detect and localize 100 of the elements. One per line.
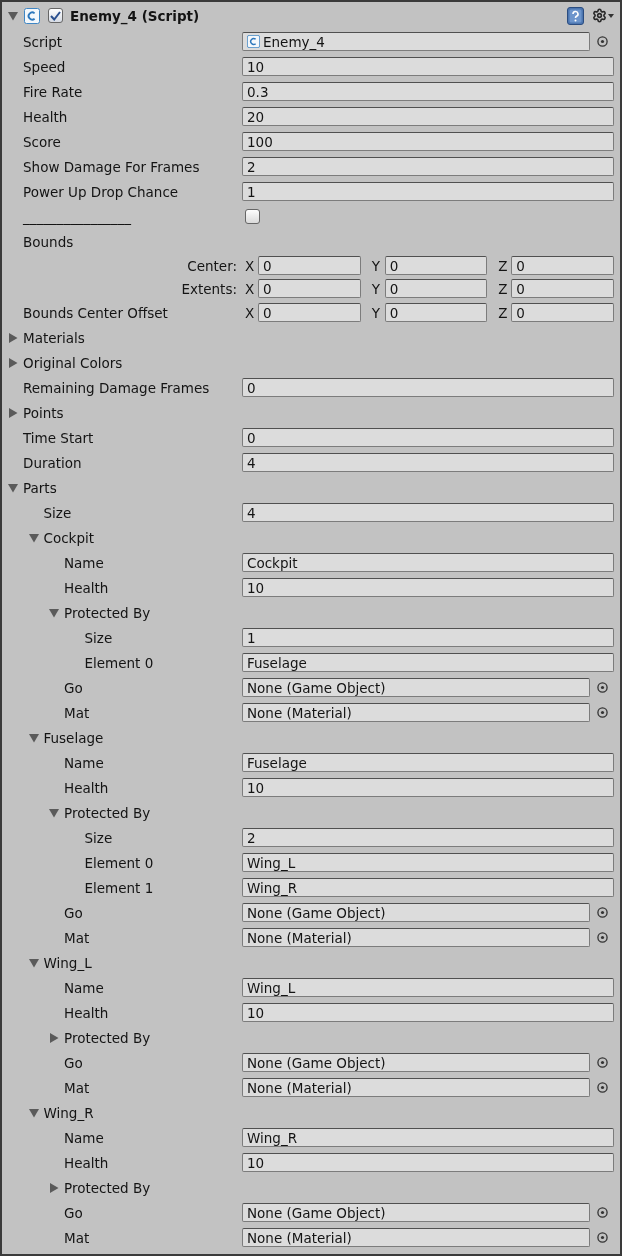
object-field[interactable]: None (Game Object) xyxy=(242,678,590,697)
text-field[interactable]: 1 xyxy=(242,628,614,647)
field-label: Go xyxy=(64,1054,83,1071)
circle-dot-icon[interactable] xyxy=(596,1207,608,1218)
text-field[interactable]: 10 xyxy=(242,1153,614,1172)
number-field[interactable]: 0 xyxy=(258,279,361,298)
text-field[interactable]: Wing_L xyxy=(242,853,614,872)
text-field[interactable]: Fuselage xyxy=(242,753,614,772)
circle-dot-icon[interactable] xyxy=(596,1082,608,1093)
field-label: Go xyxy=(64,679,83,696)
circle-dot-icon[interactable] xyxy=(596,1232,608,1243)
foldout-toggle[interactable]: Fuselage xyxy=(28,729,104,746)
text-field[interactable]: 4 xyxy=(242,503,614,522)
foldout-toggle[interactable]: Points xyxy=(8,404,64,421)
text-field[interactable]: 0.3 xyxy=(242,82,614,101)
text-field[interactable]: 4 xyxy=(242,453,614,472)
axis-label: Z xyxy=(497,280,509,297)
object-field[interactable]: None (Game Object) xyxy=(242,903,590,922)
circle-dot-icon[interactable] xyxy=(596,707,608,718)
axis-label: Y xyxy=(370,280,381,297)
number-field[interactable]: 0 xyxy=(511,303,614,322)
settings-button[interactable] xyxy=(592,8,614,23)
text-field[interactable]: 1 xyxy=(242,182,614,201)
axis-label: X xyxy=(244,304,256,321)
field-label: Mat xyxy=(64,1079,90,1096)
field-label: Name xyxy=(64,554,104,571)
number-field[interactable]: 0 xyxy=(258,256,361,275)
text-field[interactable]: 10 xyxy=(242,578,614,597)
text-field[interactable]: 2 xyxy=(242,157,614,176)
field-label: Center: xyxy=(187,257,237,274)
text-field[interactable]: 10 xyxy=(242,57,614,76)
foldout-toggle[interactable]: Protected By xyxy=(49,804,151,821)
field-label: Mat xyxy=(64,929,90,946)
object-field[interactable]: None (Game Object) xyxy=(242,1053,590,1072)
field-label: Name xyxy=(64,1129,104,1146)
field-label: Size xyxy=(84,629,113,646)
object-field[interactable]: Enemy_4 xyxy=(242,32,590,51)
number-field[interactable]: 0 xyxy=(384,279,488,298)
foldout-toggle[interactable]: Parts xyxy=(8,479,57,496)
field-label: Mat xyxy=(64,704,90,721)
object-field[interactable]: None (Game Object) xyxy=(242,1203,590,1222)
text-field[interactable]: 0 xyxy=(242,378,614,397)
circle-dot-icon[interactable] xyxy=(596,1057,608,1068)
number-field[interactable]: 0 xyxy=(384,303,488,322)
object-field[interactable]: None (Material) xyxy=(242,1078,590,1097)
gear-icon xyxy=(592,8,607,23)
object-field[interactable]: None (Material) xyxy=(242,928,590,947)
component-title: Enemy_4 (Script) xyxy=(70,7,200,24)
foldout-toggle[interactable]: Wing_L xyxy=(28,954,92,971)
text-field[interactable]: Wing_L xyxy=(242,978,614,997)
field-label: Bounds xyxy=(23,233,74,250)
number-field[interactable]: 0 xyxy=(511,279,614,298)
foldout-toggle[interactable]: Protected By xyxy=(49,1179,151,1196)
text-field[interactable]: Wing_R xyxy=(242,878,614,897)
text-field[interactable]: Fuselage xyxy=(242,653,614,672)
field-label: Size xyxy=(43,504,72,521)
text-field[interactable]: 0 xyxy=(242,428,614,447)
axis-label: Z xyxy=(497,304,509,321)
field-label: Name xyxy=(64,754,104,771)
text-field[interactable]: 20 xyxy=(242,107,614,126)
text-field[interactable]: 10 xyxy=(242,778,614,797)
field-label: Remaining Damage Frames xyxy=(23,379,210,396)
triangle-down-icon[interactable] xyxy=(8,10,18,21)
number-field[interactable]: 0 xyxy=(384,256,488,275)
field-label: Power Up Drop Chance xyxy=(23,183,179,200)
text-field[interactable]: 10 xyxy=(242,1003,614,1022)
field-label: Fire Rate xyxy=(23,83,83,100)
field-label: Show Damage For Frames xyxy=(23,158,200,175)
circle-dot-icon[interactable] xyxy=(596,682,608,693)
field-label: Go xyxy=(64,904,83,921)
field-label: Health xyxy=(23,108,68,125)
circle-dot-icon[interactable] xyxy=(596,907,608,918)
field-label: Script xyxy=(23,33,63,50)
axis-label: Y xyxy=(370,257,381,274)
foldout-toggle[interactable]: Materials xyxy=(8,329,85,346)
text-field[interactable]: Wing_R xyxy=(242,1128,614,1147)
checkbox[interactable] xyxy=(245,209,260,224)
foldout-toggle[interactable]: Wing_R xyxy=(28,1104,94,1121)
number-field[interactable]: 0 xyxy=(258,303,361,322)
field-label: Health xyxy=(64,1154,109,1171)
circle-dot-icon[interactable] xyxy=(596,932,608,943)
caret-down-icon xyxy=(608,13,614,18)
field-label: Health xyxy=(64,779,109,796)
number-field[interactable]: 0 xyxy=(511,256,614,275)
text-field[interactable]: Cockpit xyxy=(242,553,614,572)
foldout-toggle[interactable]: Original Colors xyxy=(8,354,123,371)
circle-dot-icon[interactable] xyxy=(596,36,608,47)
object-field[interactable]: None (Material) xyxy=(242,703,590,722)
help-icon[interactable] xyxy=(567,6,584,25)
foldout-toggle[interactable]: Cockpit xyxy=(28,529,95,546)
script-file-icon xyxy=(247,35,260,48)
field-label: Health xyxy=(64,579,109,596)
foldout-toggle[interactable]: Protected By xyxy=(49,604,151,621)
enable-checkbox[interactable] xyxy=(48,8,63,23)
text-field[interactable]: 2 xyxy=(242,828,614,847)
field-label: Extents: xyxy=(181,280,237,297)
foldout-toggle[interactable]: Protected By xyxy=(49,1029,151,1046)
field-label: Element 0 xyxy=(84,654,154,671)
text-field[interactable]: 100 xyxy=(242,132,614,151)
object-field[interactable]: None (Material) xyxy=(242,1228,590,1247)
